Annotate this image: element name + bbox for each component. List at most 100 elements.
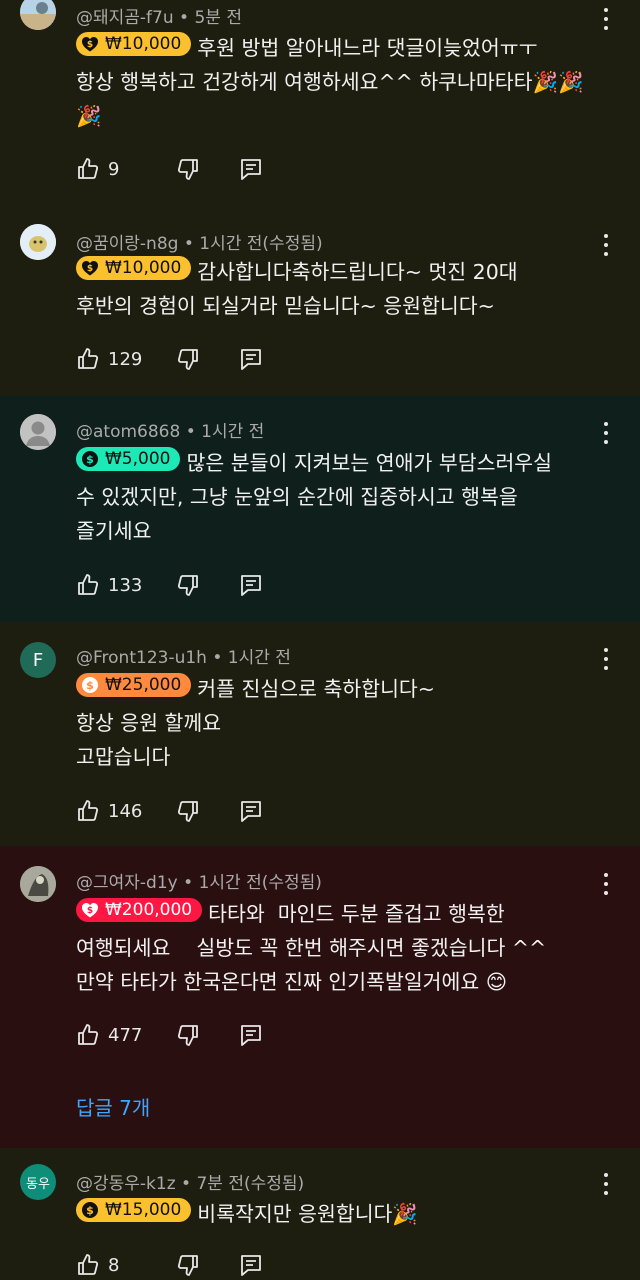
reply-button[interactable] bbox=[240, 573, 262, 597]
comment-actions: 477 bbox=[76, 1022, 262, 1048]
timestamp: 1시간 전 bbox=[227, 648, 291, 668]
avatar[interactable] bbox=[20, 224, 56, 260]
reply-button[interactable] bbox=[240, 157, 262, 181]
comment-meta: @그여자-d1y • 1시간 전(수정됨) bbox=[76, 868, 322, 893]
reply-button[interactable] bbox=[240, 347, 262, 371]
dollar-coin-icon: $ bbox=[82, 451, 98, 467]
more-options-icon[interactable] bbox=[602, 8, 610, 30]
like-button[interactable]: 146 bbox=[76, 799, 148, 823]
thumbs-down-icon bbox=[177, 1025, 198, 1046]
avatar[interactable]: F bbox=[20, 642, 56, 678]
like-count: 146 bbox=[108, 800, 143, 822]
comment-text: $ ₩10,000 후원 방법 알아내느라 댓글이늦었어ㅠㅜ 항상 행복하고 건… bbox=[76, 31, 610, 133]
super-thanks-chip: $ ₩15,000 bbox=[76, 1198, 192, 1222]
timestamp: 1시간 전 bbox=[201, 422, 265, 442]
comment-item: @atom6868 • 1시간 전 $ ₩5,000 많은 분들이 지켜보는 연… bbox=[0, 396, 640, 622]
like-button[interactable]: 477 bbox=[76, 1023, 148, 1047]
landscape-photo-avatar-icon bbox=[20, 0, 56, 30]
comment-line: 비록작지만 응원합니다🎉 bbox=[197, 1202, 418, 1226]
comment-meta: @강동우-k1z • 7분 전(수정됨) bbox=[76, 1169, 304, 1194]
donation-amount: ₩25,000 bbox=[105, 675, 182, 695]
timestamp: 1시간 전(수정됨) bbox=[199, 234, 323, 254]
default-person-avatar-icon bbox=[20, 414, 56, 450]
avatar[interactable]: 동우 bbox=[20, 1164, 56, 1200]
reply-icon bbox=[241, 1025, 261, 1046]
dislike-button[interactable] bbox=[176, 799, 200, 823]
comment-item: F @Front123-u1h • 1시간 전 $ ₩25,000 커플 진심으… bbox=[0, 622, 640, 846]
comment-line: 후반의 경험이 되실거라 믿습니다~ 응원합니다~ bbox=[76, 294, 495, 318]
dislike-button[interactable] bbox=[176, 1253, 200, 1277]
reply-button[interactable] bbox=[240, 799, 262, 823]
thumbs-up-icon bbox=[78, 574, 99, 595]
svg-text:$: $ bbox=[87, 264, 93, 274]
reply-button[interactable] bbox=[240, 1023, 262, 1047]
meta-separator: • bbox=[212, 648, 228, 668]
thumbs-up-icon bbox=[78, 800, 99, 821]
donation-amount: ₩200,000 bbox=[105, 900, 193, 920]
author-name[interactable]: @돼지곰-f7u bbox=[76, 8, 174, 28]
heart-dollar-icon: $ bbox=[82, 37, 98, 52]
comment-meta: @꿈이랑-n8g • 1시간 전(수정됨) bbox=[76, 229, 323, 254]
thumbs-down-icon bbox=[177, 801, 198, 822]
photo-avatar-icon bbox=[20, 866, 56, 902]
more-options-icon[interactable] bbox=[602, 422, 610, 444]
author-name[interactable]: @꿈이랑-n8g bbox=[76, 234, 178, 254]
thumbs-down-icon bbox=[177, 159, 198, 180]
donation-amount: ₩15,000 bbox=[105, 1200, 182, 1220]
more-options-icon[interactable] bbox=[602, 648, 610, 670]
timestamp: 1시간 전(수정됨) bbox=[198, 873, 322, 893]
thumbs-down-icon bbox=[177, 575, 198, 596]
avatar-letter: F bbox=[32, 649, 44, 671]
like-button[interactable]: 8 bbox=[76, 1253, 148, 1277]
reply-icon bbox=[241, 349, 261, 370]
donation-amount: ₩10,000 bbox=[105, 258, 182, 278]
meta-separator: • bbox=[181, 1174, 197, 1194]
dislike-button[interactable] bbox=[176, 157, 200, 181]
comment-item: 동우 @강동우-k1z • 7분 전(수정됨) $ ₩15,000 비록작지만 … bbox=[0, 1148, 640, 1280]
comment-line: 커플 진심으로 축하합니다~ bbox=[197, 677, 435, 701]
author-name[interactable]: @atom6868 bbox=[76, 422, 180, 442]
avatar[interactable] bbox=[20, 866, 56, 902]
comment-line: 감사합니다축하드립니다~ 멋진 20대 bbox=[197, 260, 518, 284]
like-count: 133 bbox=[108, 574, 143, 596]
svg-text:$: $ bbox=[86, 453, 94, 466]
more-options-icon[interactable] bbox=[602, 873, 610, 895]
super-thanks-chip: $ ₩10,000 bbox=[76, 256, 192, 280]
timestamp: 5분 전 bbox=[194, 8, 242, 28]
author-name[interactable]: @강동우-k1z bbox=[76, 1174, 176, 1194]
dislike-button[interactable] bbox=[176, 347, 200, 371]
avatar[interactable] bbox=[20, 0, 56, 30]
comment-item: @꿈이랑-n8g • 1시간 전(수정됨) $ ₩10,000 감사합니다축하드… bbox=[0, 204, 640, 396]
thumbs-up-icon bbox=[78, 158, 99, 179]
reply-button[interactable] bbox=[240, 1253, 262, 1277]
dislike-button[interactable] bbox=[176, 573, 200, 597]
comment-text: $ ₩5,000 많은 분들이 지켜보는 연애가 부담스러우실 수 있겠지만, … bbox=[76, 446, 610, 548]
like-count: 9 bbox=[108, 158, 120, 180]
super-thanks-chip: $ ₩5,000 bbox=[76, 447, 181, 471]
dislike-button[interactable] bbox=[176, 1023, 200, 1047]
svg-text:$: $ bbox=[86, 679, 94, 692]
comment-text: $ ₩200,000 타타와 마인드 두분 즐겁고 행복한 여행되세요 실방도 … bbox=[76, 897, 626, 999]
comment-meta: @atom6868 • 1시간 전 bbox=[76, 417, 264, 442]
like-button[interactable]: 129 bbox=[76, 347, 148, 371]
author-name[interactable]: @그여자-d1y bbox=[76, 873, 178, 893]
more-options-icon[interactable] bbox=[602, 234, 610, 256]
reply-icon bbox=[241, 801, 261, 822]
meta-separator: • bbox=[183, 234, 200, 254]
comment-meta: @돼지곰-f7u • 5분 전 bbox=[76, 3, 242, 28]
reply-icon bbox=[241, 1255, 261, 1276]
meta-separator: • bbox=[179, 8, 195, 28]
reply-icon bbox=[241, 159, 261, 180]
author-name[interactable]: @Front123-u1h bbox=[76, 648, 207, 668]
comment-line: 항상 응원 할께요 bbox=[76, 711, 222, 735]
more-options-icon[interactable] bbox=[602, 1173, 610, 1195]
avatar[interactable] bbox=[20, 414, 56, 450]
comment-line: 여행되세요 실방도 꼭 한번 해주시면 좋겠습니다 ^^ bbox=[76, 936, 547, 960]
like-button[interactable]: 9 bbox=[76, 157, 148, 181]
avatar-letter: 동우 bbox=[26, 1176, 50, 1192]
like-button[interactable]: 133 bbox=[76, 573, 148, 597]
view-replies-link[interactable]: 답글 7개 bbox=[76, 1092, 150, 1121]
super-thanks-chip: $ ₩25,000 bbox=[76, 673, 192, 697]
comment-meta: @Front123-u1h • 1시간 전 bbox=[76, 643, 291, 668]
comment-actions: 129 bbox=[76, 346, 262, 372]
